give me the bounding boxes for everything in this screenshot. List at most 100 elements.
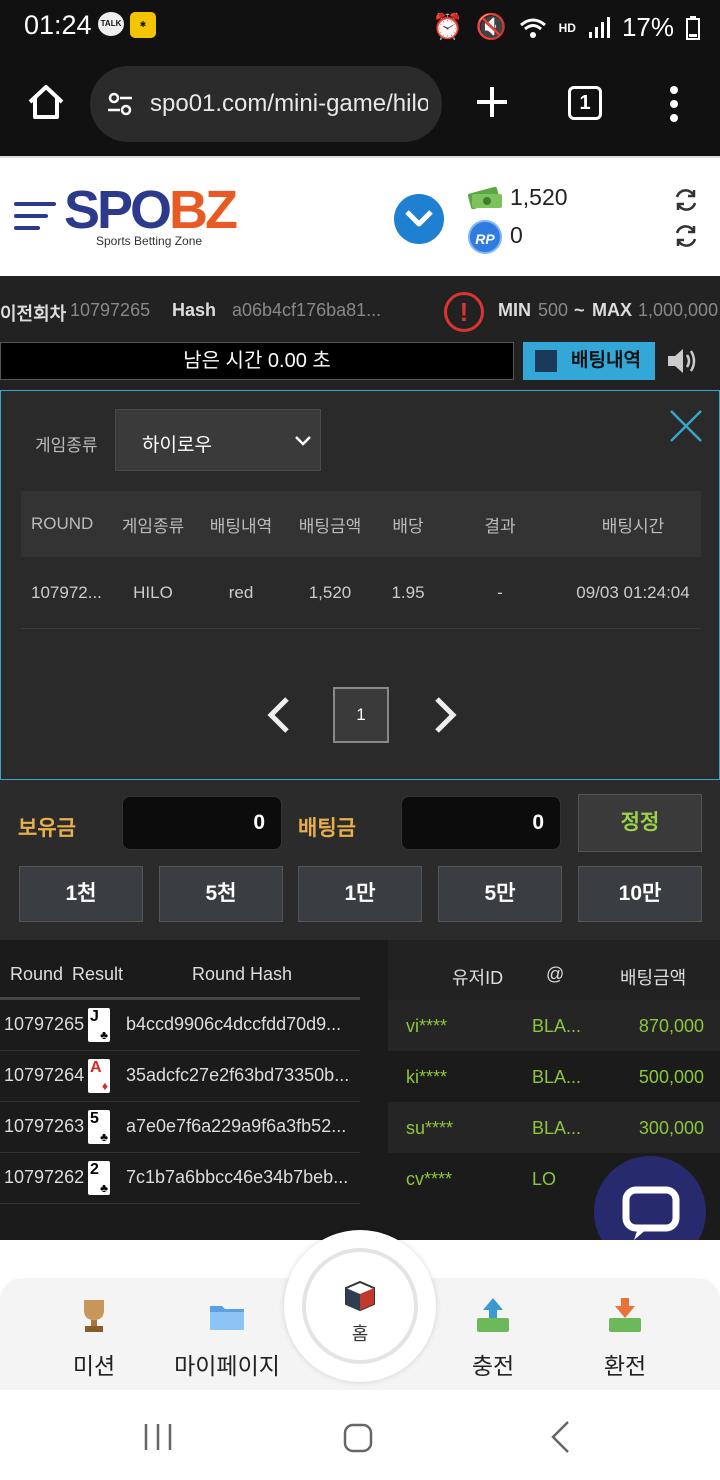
- refresh-balance-icon[interactable]: [672, 186, 700, 214]
- close-icon[interactable]: [669, 409, 703, 443]
- nav-mission[interactable]: 미션: [34, 1296, 154, 1381]
- site-logo[interactable]: SPOBZ Sports Betting Zone: [64, 180, 238, 248]
- result-card: 5 ♣: [88, 1110, 110, 1144]
- card-suit: ♦: [101, 1079, 108, 1093]
- game-type-select[interactable]: 하이로우: [115, 409, 321, 471]
- prev-page-icon[interactable]: [263, 695, 295, 735]
- nav-home-label: 홈: [351, 1324, 369, 1344]
- wifi-icon: [519, 18, 546, 38]
- tab-switcher-button[interactable]: 1: [568, 86, 602, 120]
- app-notification-icon: ✱: [130, 12, 156, 38]
- chip-1k-button[interactable]: 1천: [19, 866, 143, 922]
- more-menu-icon[interactable]: [664, 84, 684, 124]
- card-suit: ♣: [100, 1130, 108, 1144]
- game-type-value: 하이로우: [142, 435, 212, 456]
- trophy-icon: [84, 1300, 104, 1332]
- user-id: cv****: [406, 1169, 453, 1189]
- card-rank: 5: [90, 1110, 99, 1127]
- amount-cell: 1,520: [308, 582, 352, 602]
- dice-icon: [345, 1280, 375, 1312]
- hamburger-menu-icon[interactable]: [14, 198, 56, 234]
- speaker-icon[interactable]: [666, 346, 698, 376]
- round-hash: 35adcfc27e2f63bd73350b...: [126, 1065, 350, 1085]
- table-header: 유저ID @ 배팅금액: [388, 940, 720, 1000]
- rp-balance: 0: [510, 222, 523, 248]
- round-hash: 7c1b7a6bbcc46e34b7beb...: [126, 1167, 349, 1187]
- folder-icon: [210, 1306, 244, 1330]
- page-number-button[interactable]: 1: [333, 687, 389, 743]
- refresh-rp-icon[interactable]: [672, 222, 700, 250]
- round-number: 10797263: [4, 1116, 85, 1136]
- nav-mypage[interactable]: 마이페이지: [167, 1296, 287, 1381]
- bet-history-button[interactable]: 배팅내역: [523, 342, 655, 380]
- column-header: ROUND: [31, 514, 94, 533]
- correct-button[interactable]: 정정: [578, 794, 702, 852]
- table-row: 10797264 A ♦ 35adcfc27e2f63bd73350b...: [0, 1051, 360, 1102]
- battery-percent: 17%: [621, 12, 674, 42]
- android-nav-bar: [0, 1390, 720, 1480]
- url-text[interactable]: spo01.com/mini-game/hilo: [150, 90, 428, 118]
- chip-5k-button[interactable]: 5천: [159, 866, 283, 922]
- round-hash: a7e0e7f6a229a9f6a3fb52...: [126, 1116, 347, 1136]
- column-header: 배팅금액: [298, 516, 362, 536]
- deposit-icon: [477, 1298, 509, 1332]
- user-pick: BLA...: [532, 1118, 582, 1138]
- column-header: 배당: [392, 516, 424, 536]
- list-icon: [535, 350, 557, 372]
- chip-10k-button[interactable]: 1만: [298, 866, 422, 922]
- round-number: 10797262: [4, 1167, 85, 1187]
- round-results-table: Round Result Round Hash 10797265 J ♣ b4cc…: [0, 950, 360, 1204]
- round-header: Round: [10, 964, 64, 984]
- cash-balance: 1,520: [510, 184, 568, 210]
- rp-point-icon: RP: [468, 220, 502, 254]
- bet-history-panel: 게임종류 하이로우 ROUND 게임종류 배팅내역 배팅금액 배당 결과 배팅시…: [0, 390, 720, 780]
- chip-100k-button[interactable]: 10만: [578, 866, 702, 922]
- column-header: 배팅내역: [209, 516, 273, 536]
- nav-home[interactable]: 홈: [284, 1230, 436, 1382]
- recent-apps-icon[interactable]: [142, 1422, 174, 1452]
- back-icon[interactable]: [548, 1420, 572, 1454]
- bet-cell: red: [228, 582, 254, 602]
- nav-charge[interactable]: 충전: [433, 1296, 553, 1381]
- logo-text-left: SPO: [64, 180, 172, 240]
- nav-mission-label: 미션: [72, 1353, 116, 1379]
- holding-label: 보유금: [18, 817, 76, 840]
- hd-voice-icon: HD: [558, 20, 576, 35]
- next-page-icon[interactable]: [429, 695, 461, 735]
- card-rank: A: [90, 1059, 102, 1076]
- column-header: 게임종류: [121, 516, 185, 536]
- site-settings-icon[interactable]: [106, 90, 134, 118]
- user-amount: 300,000: [638, 1118, 704, 1138]
- nav-exchange[interactable]: 환전: [565, 1296, 685, 1381]
- bottom-nav: 미션 마이페이지 홈 충전 환전: [0, 1230, 720, 1390]
- table-row: ki**** BLA... 500,000: [388, 1051, 720, 1102]
- countdown-timer: 남은 시간 0.00 초: [0, 342, 514, 380]
- round-hash: b4ccd9906c4dccfdd70d9...: [126, 1014, 342, 1034]
- envelope-icon: [405, 210, 433, 227]
- prev-round-value: 10797265: [70, 300, 151, 320]
- card-rank: 2: [90, 1161, 99, 1178]
- mail-button[interactable]: [394, 194, 444, 244]
- home-nav-icon[interactable]: [342, 1422, 374, 1454]
- table-header: Round Result Round Hash: [0, 950, 360, 1000]
- user-amount: 870,000: [638, 1016, 704, 1036]
- chip-50k-button[interactable]: 5만: [438, 866, 562, 922]
- bet-amount-field[interactable]: 0: [401, 796, 561, 850]
- logo-text-right: BZ: [169, 180, 238, 240]
- chevron-down-icon: [295, 436, 311, 446]
- min-label: MIN: [498, 300, 531, 320]
- battery-icon: [686, 15, 700, 40]
- hash-header: Round Hash: [192, 964, 293, 984]
- home-icon[interactable]: [26, 82, 66, 122]
- bet-history-table: ROUND 게임종류 배팅내역 배팅금액 배당 결과 배팅시간 107972..…: [21, 491, 701, 629]
- url-bar[interactable]: spo01.com/mini-game/hilo: [90, 66, 442, 142]
- mute-icon: 🔇: [475, 13, 507, 41]
- status-icons: ⏰ 🔇 HD 17%: [432, 12, 700, 43]
- new-tab-icon[interactable]: [472, 82, 512, 122]
- status-bar: 01:24 TALK ✱ ⏰ 🔇 HD 17%: [0, 0, 720, 52]
- result-header: Result: [72, 964, 124, 984]
- prev-round-label: 이전회차: [0, 304, 67, 324]
- signal-icon: [588, 16, 610, 38]
- bet-amount-label: 배팅금: [298, 817, 356, 840]
- alert-icon[interactable]: !: [444, 292, 484, 332]
